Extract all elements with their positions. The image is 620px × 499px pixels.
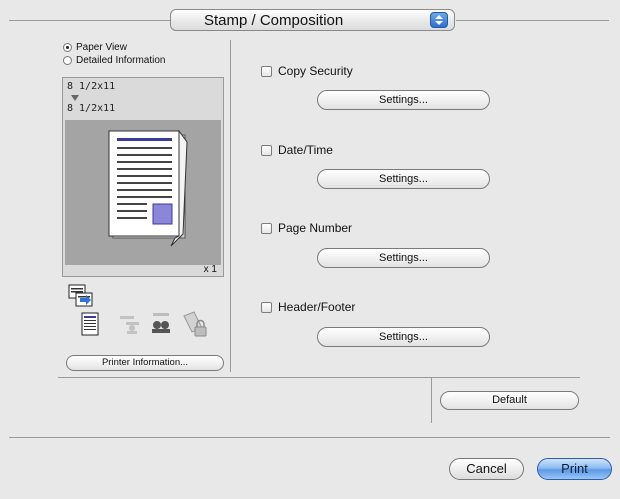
copy-security-checkbox[interactable]: [261, 65, 272, 77]
radio-paper-view-label: Paper View: [76, 42, 127, 53]
default-divider: [431, 377, 432, 423]
printer-information-button[interactable]: Printer Information...: [66, 355, 224, 371]
top-rule-right: [456, 20, 609, 21]
copy-security-label: Copy Security: [278, 64, 353, 78]
page-number-label: Page Number: [278, 221, 353, 235]
date-time-option[interactable]: Date/Time: [261, 143, 333, 157]
date-time-checkbox[interactable]: [261, 144, 272, 156]
account-track-icon: [152, 313, 170, 333]
page-number-option[interactable]: Page Number: [261, 221, 352, 235]
header-footer-label: Header/Footer: [278, 300, 356, 314]
radio-paper-view[interactable]: Paper View: [63, 42, 127, 53]
column-divider: [230, 40, 231, 372]
date-time-settings-button[interactable]: Settings...: [317, 169, 490, 189]
popup-arrows-icon: [430, 12, 448, 28]
page-number-settings-button[interactable]: Settings...: [317, 248, 490, 268]
header-footer-option[interactable]: Header/Footer: [261, 300, 355, 314]
collate-output-icon: [68, 284, 93, 307]
top-rule-left: [9, 20, 170, 21]
copy-security-option[interactable]: Copy Security: [261, 64, 353, 78]
content-bottom-rule: [58, 377, 580, 378]
radio-detailed-information-label: Detailed Information: [76, 55, 166, 66]
user-authentication-icon: [120, 316, 139, 334]
output-paper-size: 8 1/2x11: [67, 103, 116, 114]
radio-selected-icon: [63, 43, 72, 52]
default-button[interactable]: Default: [440, 391, 579, 410]
copy-security-settings-button[interactable]: Settings...: [317, 90, 490, 110]
radio-detailed-information[interactable]: Detailed Information: [63, 55, 166, 66]
cancel-button[interactable]: Cancel: [449, 458, 524, 480]
copies-count: x 1: [203, 264, 217, 275]
panel-popup-menu[interactable]: Stamp / Composition: [170, 9, 455, 31]
header-footer-settings-button[interactable]: Settings...: [317, 327, 490, 347]
page-thumbnail-icon: [108, 129, 188, 247]
original-paper-size: 8 1/2x11: [67, 81, 116, 92]
panel-popup-label: Stamp / Composition: [204, 12, 344, 29]
header-footer-checkbox[interactable]: [261, 301, 272, 313]
secure-print-icon: [183, 311, 207, 337]
date-time-label: Date/Time: [278, 143, 333, 157]
down-arrow-icon: [71, 95, 79, 101]
document-icon: [81, 312, 99, 336]
page-preview-area: [65, 120, 221, 265]
print-button[interactable]: Print: [537, 458, 612, 480]
page-number-checkbox[interactable]: [261, 222, 272, 234]
footer-rule: [9, 437, 610, 438]
radio-unselected-icon: [63, 56, 72, 65]
paper-preview-panel: 8 1/2x11 8 1/2x11 x 1: [62, 77, 224, 277]
